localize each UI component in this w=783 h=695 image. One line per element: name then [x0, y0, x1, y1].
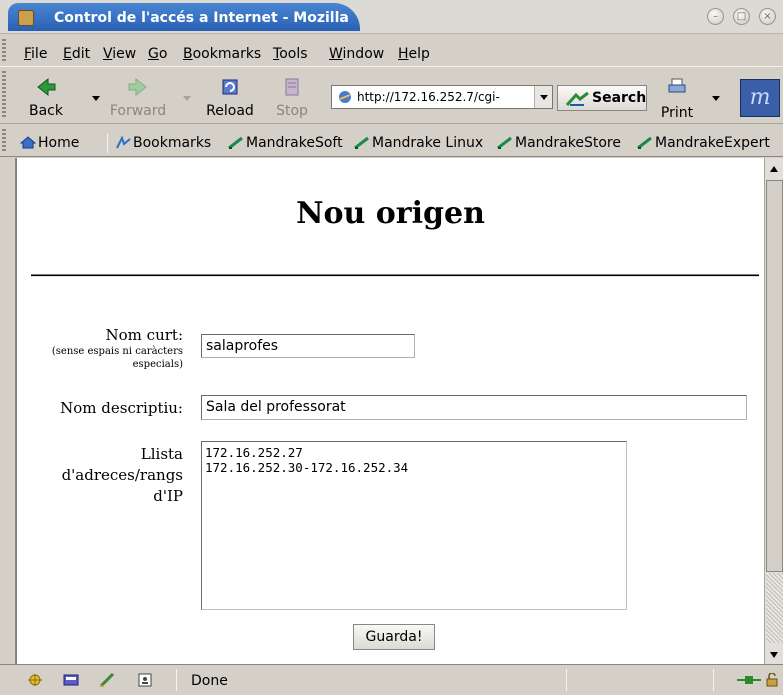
navigator-icon[interactable] — [26, 673, 44, 687]
composer-icon[interactable] — [99, 673, 117, 687]
scrollbar-track[interactable] — [766, 573, 783, 643]
back-label: Back — [29, 103, 63, 119]
status-separator — [176, 669, 177, 691]
reload-label: Reload — [206, 103, 254, 119]
menu-edit[interactable]: Edit — [63, 46, 90, 62]
navigation-toolbar: Back Forward Reload Stop http://172.16.2… — [0, 66, 783, 124]
forward-dropdown-icon[interactable] — [183, 96, 191, 101]
ip-list-textarea[interactable]: 172.16.252.27 172.16.252.30-172.16.252.3… — [201, 441, 627, 610]
reload-button[interactable]: Reload — [200, 67, 260, 123]
menu-bookmarks[interactable]: Bookmarks — [183, 46, 261, 62]
mandrake-icon — [637, 136, 652, 149]
bookmark-home[interactable]: Home — [20, 135, 79, 151]
toolbar-grip[interactable] — [2, 39, 6, 61]
search-button[interactable]: Search — [557, 85, 647, 111]
bookmark-mandrakeexpert[interactable]: MandrakeExpert — [637, 135, 770, 151]
horizontal-rule — [31, 274, 759, 277]
toolbar-grip[interactable] — [2, 129, 6, 153]
minimize-icon[interactable]: – — [707, 8, 724, 25]
menu-file[interactable]: File — [24, 46, 47, 62]
stop-icon — [285, 78, 299, 96]
mandrake-icon — [497, 136, 512, 149]
bookmark-home-label: Home — [38, 135, 80, 151]
scrollbar-thumb[interactable] — [766, 180, 783, 572]
bookmarks-icon — [116, 136, 131, 149]
home-icon — [20, 136, 36, 149]
url-input[interactable]: http://172.16.252.7/cgi- — [357, 90, 500, 104]
mozilla-app-icon[interactable] — [18, 10, 34, 26]
close-icon[interactable]: × — [759, 8, 776, 25]
menu-view[interactable]: View — [103, 46, 136, 62]
mandrake-icon — [228, 136, 243, 149]
menu-bar: File Edit View Go Bookmarks Tools Window… — [0, 35, 783, 65]
print-button[interactable]: Print — [657, 67, 697, 123]
bookmark-mandrakestore[interactable]: MandrakeStore — [497, 135, 621, 151]
status-text: Done — [191, 673, 228, 689]
stop-button[interactable]: Stop — [272, 67, 312, 123]
page-title: Nou origen — [296, 196, 485, 231]
bookmark-mandrakeexpert-label: MandrakeExpert — [655, 135, 770, 151]
url-bar[interactable]: http://172.16.252.7/cgi- — [331, 85, 553, 109]
ip-list-label: Llista d'adreces/rangs d'IP — [61, 445, 183, 505]
menu-tools[interactable]: Tools — [273, 46, 308, 62]
security-lock-icon[interactable] — [764, 673, 780, 687]
print-dropdown-icon[interactable] — [712, 96, 720, 101]
stop-label: Stop — [276, 103, 308, 119]
address-book-icon[interactable] — [136, 673, 154, 687]
scroll-up-icon[interactable] — [770, 166, 778, 172]
bookmark-bookmarks-label: Bookmarks — [133, 135, 212, 151]
menu-go[interactable]: Go — [148, 46, 167, 62]
forward-button[interactable]: Forward — [106, 67, 170, 123]
personal-toolbar: Home Bookmarks MandrakeSoft Mandrake Lin… — [0, 125, 783, 157]
status-separator — [566, 669, 567, 691]
descriptive-name-input[interactable]: Sala del professorat — [201, 395, 747, 420]
toolbar-separator — [107, 133, 108, 153]
print-label: Print — [660, 105, 694, 121]
sidebar-handle[interactable] — [6, 158, 16, 664]
status-separator — [713, 669, 714, 691]
forward-arrow-icon — [128, 77, 147, 97]
maximize-icon[interactable]: □ — [733, 8, 750, 25]
mandrake-icon — [354, 136, 369, 149]
online-status-icon[interactable] — [737, 673, 761, 687]
url-dropdown-icon[interactable] — [534, 86, 552, 108]
printer-icon — [668, 78, 686, 93]
vertical-scrollbar[interactable] — [764, 158, 783, 664]
mozilla-logo-icon[interactable]: m — [740, 79, 780, 117]
back-arrow-icon — [37, 77, 56, 97]
search-icon — [566, 91, 589, 107]
reload-icon — [222, 79, 238, 95]
bookmark-bookmarks[interactable]: Bookmarks — [115, 135, 211, 151]
page-icon — [339, 91, 351, 103]
scroll-down-icon[interactable] — [770, 652, 778, 658]
short-name-label: Nom curt: — [105, 326, 183, 344]
short-name-note: (sense espais ni caràcters especials) — [51, 346, 183, 370]
bookmark-mandrakestore-label: MandrakeStore — [515, 135, 621, 151]
menu-window[interactable]: Window — [329, 46, 384, 62]
bookmark-mandrake-linux-label: Mandrake Linux — [372, 135, 484, 151]
menu-help[interactable]: Help — [398, 46, 430, 62]
back-button[interactable]: Back — [18, 67, 74, 123]
page-content: Nou origen Nom curt: (sense espais ni ca… — [16, 158, 764, 664]
bookmark-mandrakesoft-label: MandrakeSoft — [246, 135, 343, 151]
bookmark-mandrakesoft[interactable]: MandrakeSoft — [228, 135, 343, 151]
title-bar: Control de l'accés a Internet - Mozilla … — [0, 0, 783, 34]
descriptive-name-label: Nom descriptiu: — [60, 399, 183, 417]
short-name-input[interactable]: salaprofes — [201, 334, 415, 358]
mail-icon[interactable] — [62, 673, 80, 687]
status-bar: Done — [0, 664, 783, 695]
bookmark-mandrake-linux[interactable]: Mandrake Linux — [354, 135, 483, 151]
title-tab[interactable]: Control de l'accés a Internet - Mozilla — [8, 3, 360, 31]
search-label: Search — [592, 90, 647, 106]
window-title: Control de l'accés a Internet - Mozilla — [54, 10, 349, 26]
save-button[interactable]: Guarda! — [353, 624, 435, 650]
toolbar-grip[interactable] — [2, 71, 6, 119]
forward-label: Forward — [109, 103, 167, 119]
back-dropdown-icon[interactable] — [92, 96, 100, 101]
